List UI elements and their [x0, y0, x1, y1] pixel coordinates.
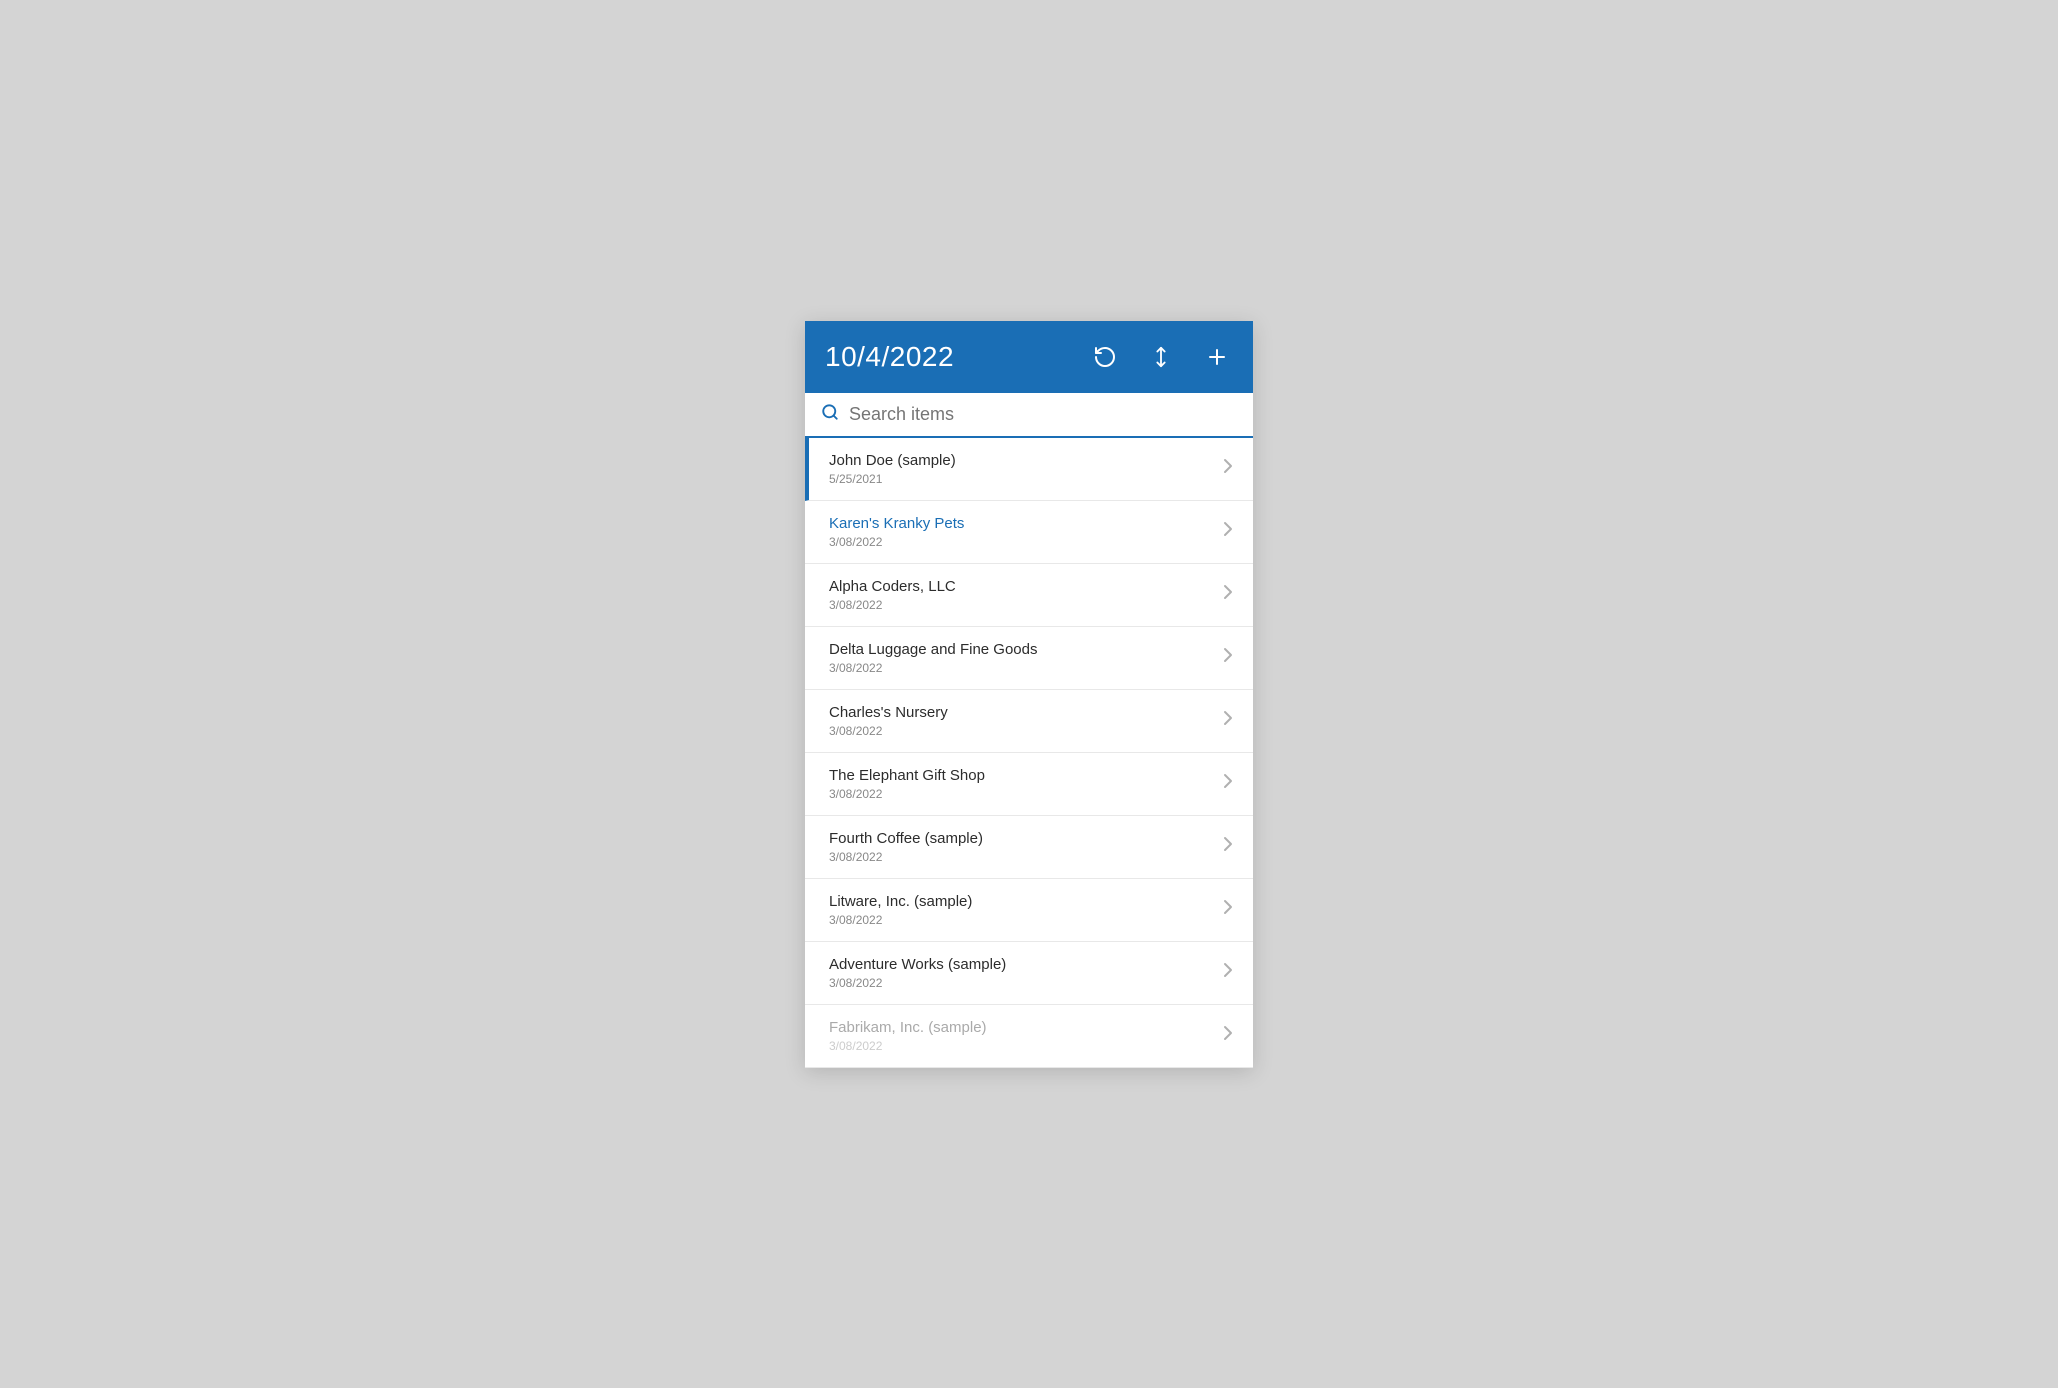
app-header: 10/4/2022 [805, 321, 1253, 393]
list-item-content: John Doe (sample) 5/25/2021 [829, 452, 1215, 486]
item-date: 3/08/2022 [829, 913, 1215, 927]
item-date: 3/08/2022 [829, 535, 1215, 549]
header-actions [1089, 341, 1233, 373]
search-icon [821, 403, 839, 426]
list-item[interactable]: Charles's Nursery 3/08/2022 [805, 690, 1253, 753]
chevron-right-icon [1223, 521, 1233, 542]
item-name: Adventure Works (sample) [829, 956, 1215, 973]
chevron-right-icon [1223, 647, 1233, 668]
list-item[interactable]: Karen's Kranky Pets 3/08/2022 [805, 501, 1253, 564]
item-name: Delta Luggage and Fine Goods [829, 641, 1215, 658]
list-item[interactable]: Alpha Coders, LLC 3/08/2022 [805, 564, 1253, 627]
search-bar [805, 393, 1253, 438]
item-date: 3/08/2022 [829, 787, 1215, 801]
list-item-content: Adventure Works (sample) 3/08/2022 [829, 956, 1215, 990]
item-date: 3/08/2022 [829, 1039, 1215, 1053]
item-name: Litware, Inc. (sample) [829, 893, 1215, 910]
item-name: The Elephant Gift Shop [829, 767, 1215, 784]
item-date: 3/08/2022 [829, 976, 1215, 990]
list-item-content: Delta Luggage and Fine Goods 3/08/2022 [829, 641, 1215, 675]
item-name: John Doe (sample) [829, 452, 1215, 469]
sort-button[interactable] [1145, 341, 1177, 373]
list-item[interactable]: Litware, Inc. (sample) 3/08/2022 [805, 879, 1253, 942]
item-name: Charles's Nursery [829, 704, 1215, 721]
list-item[interactable]: Adventure Works (sample) 3/08/2022 [805, 942, 1253, 1005]
list-item-content: Fabrikam, Inc. (sample) 3/08/2022 [829, 1019, 1215, 1053]
phone-app: 10/4/2022 [805, 321, 1253, 1068]
search-input[interactable] [849, 404, 1237, 425]
header-date: 10/4/2022 [825, 341, 954, 373]
list-item-content: Litware, Inc. (sample) 3/08/2022 [829, 893, 1215, 927]
chevron-right-icon [1223, 773, 1233, 794]
chevron-right-icon [1223, 836, 1233, 857]
list-item-content: Alpha Coders, LLC 3/08/2022 [829, 578, 1215, 612]
item-name: Fourth Coffee (sample) [829, 830, 1215, 847]
chevron-right-icon [1223, 458, 1233, 479]
chevron-right-icon [1223, 962, 1233, 983]
list-item[interactable]: Fabrikam, Inc. (sample) 3/08/2022 [805, 1005, 1253, 1068]
item-name: Karen's Kranky Pets [829, 515, 1215, 532]
items-list: John Doe (sample) 5/25/2021 Karen's Kranky… [805, 438, 1253, 1068]
list-item-content: Charles's Nursery 3/08/2022 [829, 704, 1215, 738]
item-date: 3/08/2022 [829, 724, 1215, 738]
item-name: Alpha Coders, LLC [829, 578, 1215, 595]
add-button[interactable] [1201, 341, 1233, 373]
chevron-right-icon [1223, 1025, 1233, 1046]
list-item[interactable]: Fourth Coffee (sample) 3/08/2022 [805, 816, 1253, 879]
list-item[interactable]: Delta Luggage and Fine Goods 3/08/2022 [805, 627, 1253, 690]
list-item-content: The Elephant Gift Shop 3/08/2022 [829, 767, 1215, 801]
item-date: 5/25/2021 [829, 472, 1215, 486]
chevron-right-icon [1223, 584, 1233, 605]
item-date: 3/08/2022 [829, 598, 1215, 612]
list-item[interactable]: John Doe (sample) 5/25/2021 [805, 438, 1253, 501]
list-item[interactable]: The Elephant Gift Shop 3/08/2022 [805, 753, 1253, 816]
chevron-right-icon [1223, 710, 1233, 731]
item-date: 3/08/2022 [829, 850, 1215, 864]
item-date: 3/08/2022 [829, 661, 1215, 675]
list-item-content: Fourth Coffee (sample) 3/08/2022 [829, 830, 1215, 864]
list-item-content: Karen's Kranky Pets 3/08/2022 [829, 515, 1215, 549]
chevron-right-icon [1223, 899, 1233, 920]
item-name: Fabrikam, Inc. (sample) [829, 1019, 1215, 1036]
refresh-button[interactable] [1089, 341, 1121, 373]
